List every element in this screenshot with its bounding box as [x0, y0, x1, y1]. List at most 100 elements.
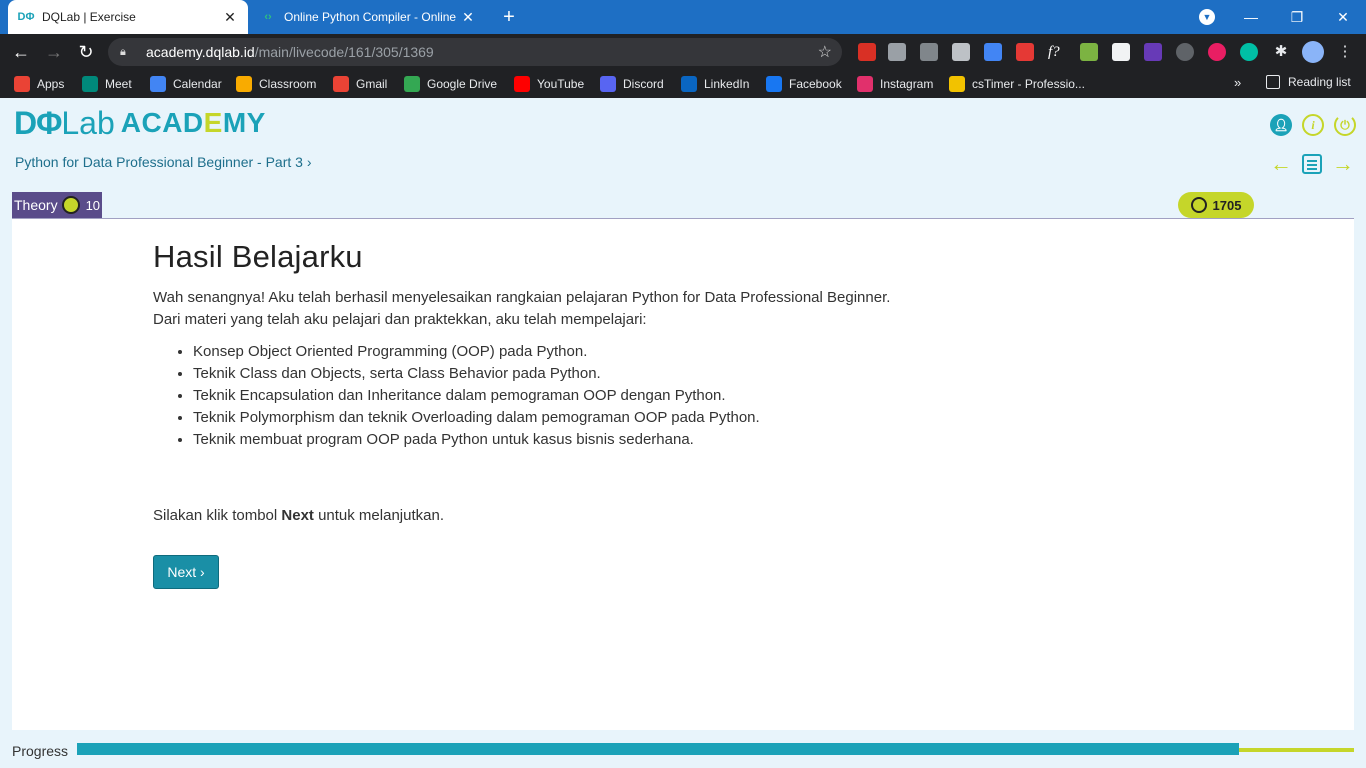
bookmark-label: Google Drive [427, 77, 498, 91]
facebook-icon [766, 76, 782, 92]
new-tab-button[interactable]: + [498, 6, 520, 28]
lesson-content: Hasil Belajarku Wah senangnya! Aku telah… [12, 219, 1354, 730]
translate-extension-icon[interactable] [984, 43, 1002, 61]
logo-academy-part: ACAD [120, 107, 204, 138]
extension-icon[interactable] [888, 43, 906, 61]
bookmark-label: Gmail [356, 77, 388, 91]
tab-title: Online Python Compiler - Online [284, 10, 457, 24]
classroom-icon [236, 76, 252, 92]
back-icon[interactable]: ← [9, 40, 33, 64]
bookmark-label: LinkedIn [704, 77, 750, 91]
youtube-icon [514, 76, 530, 92]
bookmark-star-icon[interactable]: ☆ [818, 42, 832, 62]
puzzle-extensions-icon[interactable]: ✱ [1272, 43, 1290, 61]
theory-label: Theory [14, 197, 58, 213]
browser-toolbar: ← → ↻ 🔒︎ academy.dqlab.id/main/livecode/… [0, 34, 1366, 70]
cstimer-icon [949, 76, 965, 92]
power-logout-icon[interactable]: ⏻ [1334, 114, 1356, 136]
calendar-icon [150, 76, 166, 92]
bookmark-label: Facebook [789, 77, 842, 91]
extension-icon[interactable] [1208, 43, 1226, 61]
tab-dqlab-exercise[interactable]: DΦ DQLab | Exercise ✕ [8, 0, 248, 34]
url-path: /main/livecode/161/305/1369 [254, 44, 434, 60]
user-profile-icon[interactable]: 👤︎ [1270, 114, 1292, 136]
next-button[interactable]: Next › [153, 555, 219, 589]
address-bar[interactable]: 🔒︎ academy.dqlab.id/main/livecode/161/30… [108, 38, 842, 66]
logo-academy-part: MY [222, 107, 266, 138]
logo-lab: Lab [61, 104, 115, 141]
bookmarks-bar: Apps Meet Calendar Classroom Gmail Googl… [0, 70, 1366, 98]
extension-icon[interactable] [858, 43, 876, 61]
bookmark-gmail[interactable]: Gmail [333, 75, 387, 93]
menu-kebab-icon[interactable]: ⋮ [1336, 43, 1354, 61]
bookmark-instagram[interactable]: Instagram [857, 75, 933, 93]
bookmark-linkedin[interactable]: LinkedIn [681, 75, 749, 93]
bookmark-google-drive[interactable]: Google Drive [404, 75, 497, 93]
linkedin-icon [681, 76, 697, 92]
extension-icon[interactable] [952, 43, 970, 61]
gmail-icon [333, 76, 349, 92]
arrow-left-icon[interactable]: ← [1270, 153, 1292, 175]
logo-academy-part: E [203, 107, 223, 138]
close-window-button[interactable]: ✕ [1320, 0, 1366, 34]
close-tab-icon[interactable]: ✕ [460, 9, 476, 26]
medal-icon [61, 196, 80, 214]
tab-online-python-compiler[interactable]: ‹› Online Python Compiler - Online ✕ [250, 0, 486, 34]
info-icon[interactable]: i [1302, 114, 1324, 136]
reading-list-button[interactable]: Reading list [1266, 75, 1351, 89]
bookmark-apps[interactable]: Apps [14, 75, 64, 93]
bookmark-classroom[interactable]: Classroom [236, 75, 316, 93]
lesson-cta: Silakan klik tombol Next untuk melanjutk… [153, 505, 1053, 527]
cta-text: untuk melanjutkan. [313, 507, 444, 524]
extension-icon[interactable] [1016, 43, 1034, 61]
bookmarks-overflow-button[interactable]: » [1234, 75, 1241, 90]
lesson-navigation: ← → [1270, 153, 1354, 175]
logo-dq: DΦ [14, 104, 62, 141]
bookmark-meet[interactable]: Meet [82, 75, 132, 93]
breadcrumb[interactable]: Python for Data Professional Beginner - … [15, 154, 311, 170]
cta-text: Silakan klik tombol [153, 507, 282, 524]
bookmark-label: Classroom [259, 77, 317, 91]
cta-bold: Next [281, 507, 314, 524]
discord-icon [600, 76, 616, 92]
url-host: academy.dqlab.id [146, 44, 255, 60]
extension-icon[interactable] [1176, 43, 1194, 61]
bookmark-calendar[interactable]: Calendar [150, 75, 222, 93]
extension-icon[interactable] [1112, 43, 1130, 61]
reload-icon[interactable]: ↻ [74, 40, 98, 64]
progress-fill [77, 743, 1239, 755]
dqlab-page: DΦ Lab ACADEMY 👤︎ i ⏻ Python for Data Pro… [0, 98, 1366, 768]
list-item: Konsep Object Oriented Programming (OOP)… [193, 341, 1053, 363]
list-item: Teknik Class dan Objects, serta Class Be… [193, 363, 1053, 385]
lock-icon: 🔒︎ [120, 45, 126, 58]
close-tab-icon[interactable]: ✕ [222, 9, 238, 26]
instagram-icon [857, 76, 873, 92]
dqlab-academy-logo[interactable]: DΦ Lab ACADEMY [14, 104, 266, 141]
avatar[interactable] [1302, 41, 1324, 63]
tab-search-icon[interactable]: ▼ [1199, 9, 1215, 25]
extension-icon[interactable] [920, 43, 938, 61]
list-item: Teknik Polymorphism dan teknik Overloadi… [193, 407, 1053, 429]
arrow-right-icon[interactable]: → [1332, 153, 1354, 175]
list-item: Teknik membuat program OOP pada Python u… [193, 429, 1053, 451]
extension-icon[interactable] [1144, 43, 1162, 61]
apps-grid-icon [14, 76, 30, 92]
lesson-list-icon[interactable] [1302, 154, 1322, 174]
bookmark-cstimer[interactable]: csTimer - Professio... [949, 75, 1085, 93]
restore-button[interactable]: ❐ [1274, 0, 1320, 34]
bookmark-youtube[interactable]: YouTube [514, 75, 584, 93]
bookmark-label: Discord [623, 77, 664, 91]
color-extension-icon[interactable] [1080, 43, 1098, 61]
header-actions: 👤︎ i ⏻ [1270, 114, 1356, 136]
minimize-button[interactable]: — [1228, 0, 1274, 34]
bookmark-label: Calendar [173, 77, 222, 91]
meet-icon [82, 76, 98, 92]
forward-icon[interactable]: → [42, 40, 66, 64]
bookmark-discord[interactable]: Discord [600, 75, 664, 93]
extension-icon[interactable] [1240, 43, 1258, 61]
formula-extension-icon[interactable]: f? [1048, 43, 1066, 61]
bookmark-label: Apps [37, 77, 65, 91]
dqlab-favicon-icon: DΦ [17, 11, 35, 23]
progress-label: Progress [12, 743, 69, 759]
bookmark-facebook[interactable]: Facebook [766, 75, 842, 93]
